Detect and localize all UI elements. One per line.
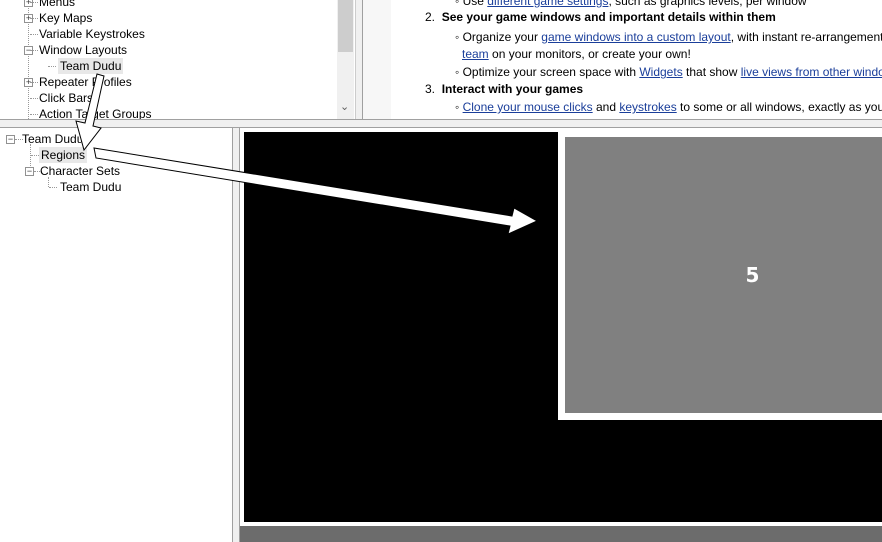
annotation-arrows xyxy=(75,73,539,235)
arrow-down-icon xyxy=(75,73,105,152)
arrow-right-icon xyxy=(93,147,539,235)
